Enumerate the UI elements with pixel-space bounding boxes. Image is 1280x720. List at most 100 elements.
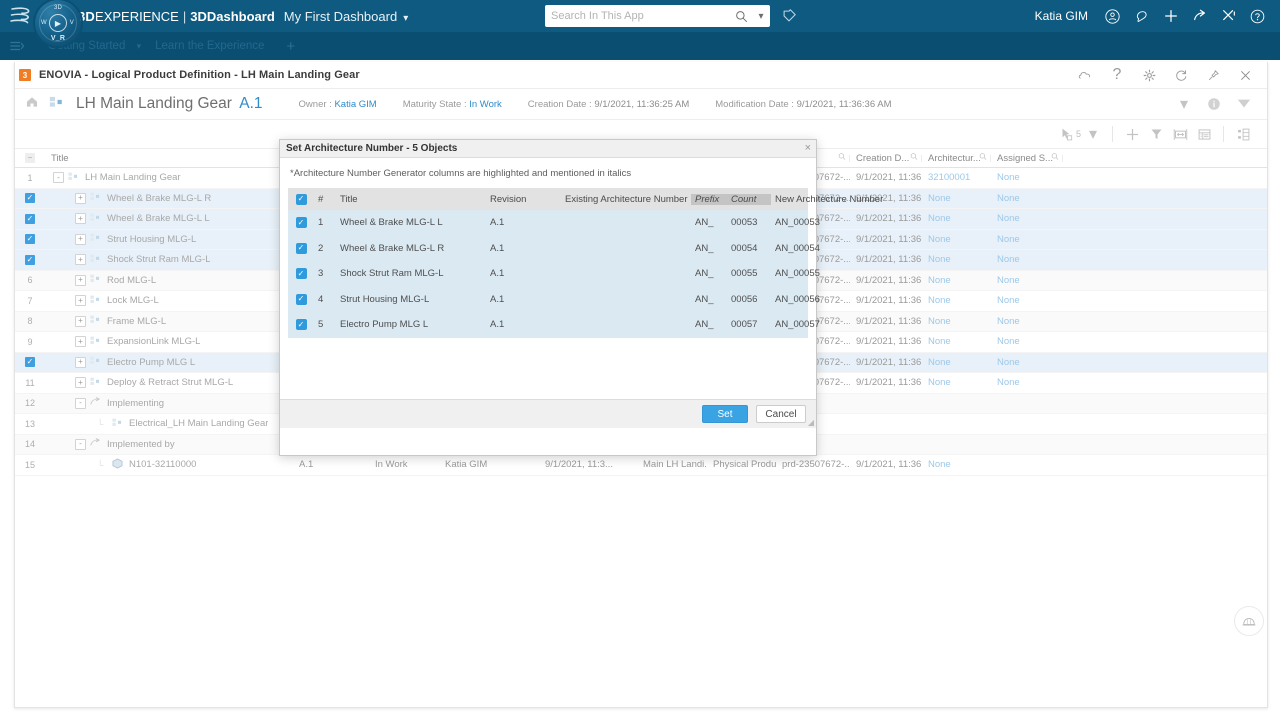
column-header-arch[interactable]: Architectur... bbox=[922, 153, 991, 164]
add-icon[interactable] bbox=[1120, 121, 1144, 147]
resize-grip-icon[interactable]: ◢ bbox=[808, 418, 814, 427]
close-icon[interactable] bbox=[1229, 62, 1261, 88]
row-title[interactable]: Shock Strut Ram MLG-L bbox=[107, 254, 210, 265]
cell-assign-value[interactable]: None bbox=[997, 336, 1020, 347]
column-header-count[interactable]: Count bbox=[727, 194, 771, 205]
row-title-cell[interactable]: +Deploy & Retract Strut MLG-L bbox=[45, 377, 293, 389]
cancel-button[interactable]: Cancel bbox=[756, 405, 806, 423]
dialog-table-row[interactable]: ✓1Wheel & Brake MLG-L LA.1AN_00053AN_000… bbox=[288, 210, 808, 236]
checkbox-checked-icon[interactable]: ✓ bbox=[25, 255, 35, 265]
user-account-icon[interactable] bbox=[1098, 0, 1127, 32]
cell-assign-value[interactable]: None bbox=[997, 193, 1020, 204]
search-icon[interactable] bbox=[730, 10, 752, 23]
dialog-table-row[interactable]: ✓2Wheel & Brake MLG-L RA.1AN_00054AN_000… bbox=[288, 236, 808, 262]
row-title-cell[interactable]: +Shock Strut Ram MLG-L bbox=[45, 254, 293, 266]
row-selector[interactable]: ✓ bbox=[15, 214, 45, 224]
checkbox-checked-icon[interactable]: ✓ bbox=[25, 214, 35, 224]
row-selector[interactable]: 6 bbox=[15, 275, 45, 285]
column-search-icon[interactable] bbox=[910, 153, 918, 164]
cell-arch-value[interactable]: None bbox=[928, 316, 951, 327]
row-title[interactable]: LH Main Landing Gear bbox=[85, 172, 181, 183]
cell-arch-value[interactable]: None bbox=[928, 254, 951, 265]
row-title-cell[interactable]: - LH Main Landing Gear bbox=[45, 172, 293, 184]
row-selector[interactable]: 8 bbox=[15, 316, 45, 326]
share-icon[interactable] bbox=[1185, 0, 1214, 32]
expand-icon[interactable]: + bbox=[75, 336, 86, 347]
cell-arch-value[interactable]: None bbox=[928, 275, 951, 286]
row-title-cell[interactable]: + ExpansionLink MLG-L bbox=[45, 336, 293, 348]
home-icon[interactable] bbox=[25, 95, 39, 114]
row-title-cell[interactable]: -Implemented by bbox=[45, 438, 293, 450]
cloud-icon[interactable] bbox=[1069, 62, 1101, 88]
column-header-index[interactable]: # bbox=[314, 194, 336, 205]
row-selector[interactable]: ✓ bbox=[15, 255, 45, 265]
row-title[interactable]: Rod MLG-L bbox=[107, 275, 156, 286]
row-title-cell[interactable]: + Lock MLG-L bbox=[45, 295, 293, 307]
row-title-cell[interactable]: └N101-32110000 bbox=[45, 458, 293, 472]
row-title-cell[interactable]: +Wheel & Brake MLG-L R bbox=[45, 192, 293, 204]
row-title[interactable]: Deploy & Retract Strut MLG-L bbox=[107, 377, 233, 388]
row-title-cell[interactable]: +Electro Pump MLG L bbox=[45, 356, 293, 368]
cell-assign-value[interactable]: None bbox=[997, 357, 1020, 368]
add-icon[interactable] bbox=[1156, 0, 1185, 32]
select-all-checkbox[interactable]: − bbox=[25, 153, 35, 163]
row-title-cell[interactable]: + Frame MLG-L bbox=[45, 315, 293, 327]
select-all-checkbox[interactable]: ✓ bbox=[288, 194, 314, 205]
meta-maturity-value[interactable]: In Work bbox=[469, 99, 502, 110]
cell-assign-value[interactable]: None bbox=[997, 275, 1020, 286]
cell-arch-value[interactable]: None bbox=[928, 193, 951, 204]
dassault-systemes-logo-icon[interactable] bbox=[0, 0, 40, 32]
row-title[interactable]: Lock MLG-L bbox=[107, 295, 159, 306]
row-title[interactable]: Wheel & Brake MLG-L R bbox=[107, 193, 211, 204]
column-header-existing-architecture-number[interactable]: Existing Architecture Number bbox=[561, 194, 691, 205]
column-header-new-architecture-number[interactable]: New Architecture Number bbox=[771, 194, 911, 205]
row-title[interactable]: Implementing bbox=[107, 398, 164, 409]
sidebar-toggle-icon[interactable] bbox=[0, 39, 34, 53]
cell-arch-value[interactable]: 32100001 bbox=[928, 172, 970, 183]
cell-arch-value[interactable]: None bbox=[928, 295, 951, 306]
info-icon[interactable] bbox=[1199, 89, 1229, 119]
row-selector[interactable]: 13 bbox=[15, 419, 45, 429]
row-title-cell[interactable]: +Wheel & Brake MLG-L L bbox=[45, 213, 293, 225]
expand-icon[interactable]: + bbox=[75, 316, 86, 327]
pin-icon[interactable] bbox=[1197, 62, 1229, 88]
row-title[interactable]: Strut Housing MLG-L bbox=[107, 234, 196, 245]
row-title[interactable]: Frame MLG-L bbox=[107, 316, 166, 327]
dialog-table-row[interactable]: ✓3Shock Strut Ram MLG-LA.1AN_00055AN_000… bbox=[288, 261, 808, 287]
column-header-title[interactable]: Title↕ bbox=[45, 153, 293, 164]
cell-assign-value[interactable]: None bbox=[997, 172, 1020, 183]
help-icon[interactable]: ? bbox=[1101, 62, 1133, 88]
row-title-cell[interactable]: - Implementing bbox=[45, 397, 293, 409]
expand-icon[interactable]: + bbox=[75, 295, 86, 306]
column-header-title[interactable]: Title bbox=[336, 194, 486, 205]
3d-compass-icon[interactable]: 3D W V V_R ▶ bbox=[35, 0, 81, 46]
column-search-icon[interactable] bbox=[1051, 153, 1059, 164]
cell-assign-value[interactable]: None bbox=[997, 295, 1020, 306]
row-selector[interactable]: 12 bbox=[15, 398, 45, 408]
cell-arch-value[interactable]: None bbox=[928, 234, 951, 245]
user-name-label[interactable]: Katia GIM bbox=[1035, 9, 1088, 23]
settings-gear-icon[interactable] bbox=[1133, 62, 1165, 88]
column-header-assign[interactable]: Assigned S... bbox=[991, 153, 1063, 164]
add-tab-button[interactable]: + bbox=[286, 38, 295, 55]
expand-icon[interactable]: + bbox=[75, 275, 86, 286]
search-box[interactable]: ▾ bbox=[545, 5, 770, 27]
collapse-icon[interactable]: - bbox=[53, 172, 64, 183]
expand-icon[interactable]: + bbox=[75, 357, 86, 368]
chevron-down-icon[interactable]: ▾ bbox=[137, 41, 142, 51]
column-search-icon[interactable] bbox=[838, 153, 846, 164]
row-checkbox-checked-icon[interactable]: ✓ bbox=[296, 319, 307, 330]
cell-assign-value[interactable]: None bbox=[997, 316, 1020, 327]
dialog-cell-check[interactable]: ✓ bbox=[288, 243, 314, 254]
fit-columns-icon[interactable] bbox=[1168, 121, 1192, 147]
dialog-table-row[interactable]: ✓5Electro Pump MLG LA.1AN_00057AN_00057 bbox=[288, 312, 808, 338]
cell-arch-value[interactable]: None bbox=[928, 213, 951, 224]
row-selector[interactable]: ✓ bbox=[15, 193, 45, 203]
cell-assign-value[interactable]: None bbox=[997, 254, 1020, 265]
cell-arch-value[interactable]: None bbox=[928, 336, 951, 347]
collapse-icon[interactable]: - bbox=[75, 398, 86, 409]
row-checkbox-checked-icon[interactable]: ✓ bbox=[296, 294, 307, 305]
row-selector[interactable]: 1 bbox=[15, 173, 45, 183]
dialog-cell-check[interactable]: ✓ bbox=[288, 319, 314, 330]
row-title[interactable]: ExpansionLink MLG-L bbox=[107, 336, 200, 347]
